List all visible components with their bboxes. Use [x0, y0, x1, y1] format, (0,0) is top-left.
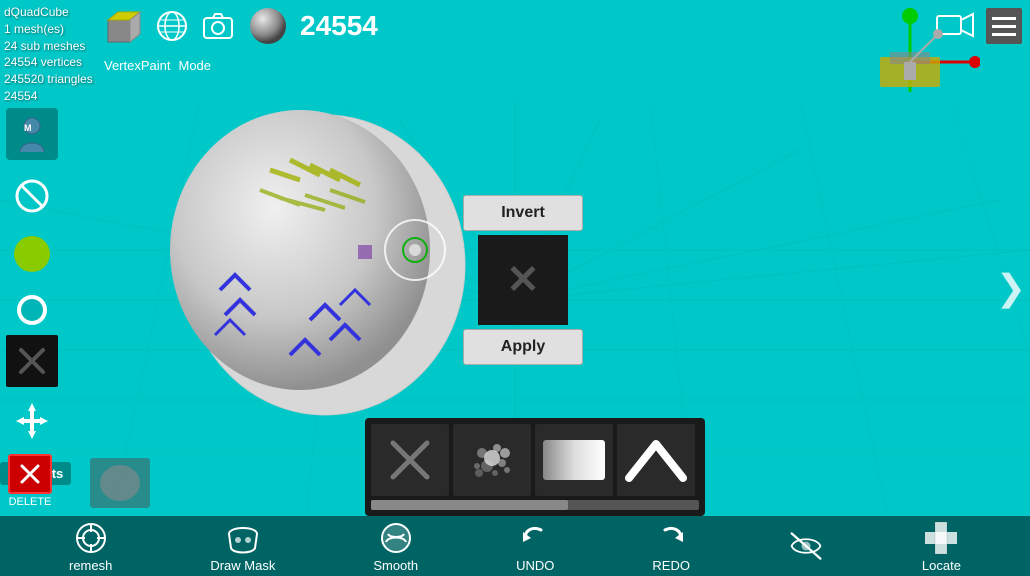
bottom-nav: remesh Draw Mask — [0, 516, 1030, 576]
invert-panel: Invert ✕ Apply — [463, 195, 583, 365]
draw-mask-icon — [225, 520, 261, 556]
hamburger-line-1 — [992, 17, 1016, 20]
person-icon-btn[interactable]: M — [6, 108, 58, 160]
invert-button[interactable]: Invert — [463, 195, 583, 231]
vertex-count-display: 24554 — [300, 10, 378, 42]
brush-chevron-option[interactable] — [617, 424, 695, 496]
smooth-icon — [378, 520, 414, 556]
redo-icon — [653, 520, 689, 556]
brush-slider-fill — [371, 500, 568, 510]
apply-button[interactable]: Apply — [463, 329, 583, 365]
brush-x-icon: ✕ — [506, 257, 540, 303]
object-name: dQuadCube — [4, 4, 93, 21]
sub-meshes: 24 sub meshes — [4, 38, 93, 55]
move-icon-btn[interactable] — [6, 395, 58, 447]
brush-splatter-option[interactable] — [453, 424, 531, 496]
remesh-label: remesh — [69, 558, 112, 573]
brush-toolbar — [365, 418, 705, 516]
hamburger-line-2 — [992, 25, 1016, 28]
green-circle-btn[interactable] — [6, 228, 58, 280]
remesh-icon — [73, 520, 109, 556]
black-x-btn[interactable] — [6, 335, 58, 387]
chevron-right-btn[interactable]: ❯ — [996, 267, 1026, 309]
hamburger-menu[interactable] — [986, 8, 1022, 44]
top-toolbar: 24554 — [100, 4, 378, 48]
hide-nav-item[interactable] — [788, 528, 824, 564]
vertex-id: 24554 — [4, 88, 93, 105]
mode-labels: VertexPaint Mode — [104, 58, 211, 73]
svg-text:M: M — [24, 123, 32, 133]
brush-gradient-option[interactable] — [535, 424, 613, 496]
smooth-nav-item[interactable]: Smooth — [373, 520, 418, 573]
gizmo-axes — [850, 2, 980, 107]
remesh-nav-item[interactable]: remesh — [69, 520, 112, 573]
mesh-count: 1 mesh(es) — [4, 21, 93, 38]
locate-label: Locate — [922, 558, 961, 573]
redo-label: REDO — [652, 558, 690, 573]
undo-label: UNDO — [516, 558, 554, 573]
brush-options — [371, 424, 699, 496]
hamburger-line-3 — [992, 33, 1016, 36]
mode-label: Mode — [179, 58, 212, 73]
delete-button[interactable]: DELETE — [8, 454, 52, 508]
brush-preview-black: ✕ — [478, 235, 568, 325]
no-symbol-icon-btn[interactable] — [6, 170, 58, 222]
viewport: dQuadCube 1 mesh(es) 24 sub meshes 24554… — [0, 0, 1030, 576]
hide-icon — [788, 528, 824, 564]
undo-icon — [517, 520, 553, 556]
3d-object[interactable] — [140, 90, 480, 430]
vertex-paint-label: VertexPaint — [104, 58, 171, 73]
locate-nav-item[interactable]: Locate — [922, 520, 961, 573]
triangles: 245520 triangles — [4, 71, 93, 88]
locate-icon — [923, 520, 959, 556]
cube-icon[interactable] — [100, 4, 144, 48]
smooth-label: Smooth — [373, 558, 418, 573]
brush-size-slider[interactable] — [371, 500, 699, 510]
brush-x-option[interactable] — [371, 424, 449, 496]
draw-mask-label: Draw Mask — [210, 558, 275, 573]
circle-outline-btn[interactable] — [12, 290, 52, 330]
redo-nav-item[interactable]: REDO — [652, 520, 690, 573]
undo-nav-item[interactable]: UNDO — [516, 520, 554, 573]
globe-icon[interactable] — [154, 8, 190, 44]
camera-icon[interactable] — [200, 8, 236, 44]
draw-mask-nav-item[interactable]: Draw Mask — [210, 520, 275, 573]
vertices: 24554 vertices — [4, 54, 93, 71]
info-panel: dQuadCube 1 mesh(es) 24 sub meshes 24554… — [4, 4, 93, 105]
sphere-preview[interactable] — [246, 4, 290, 48]
object-thumbnail[interactable] — [90, 458, 150, 508]
